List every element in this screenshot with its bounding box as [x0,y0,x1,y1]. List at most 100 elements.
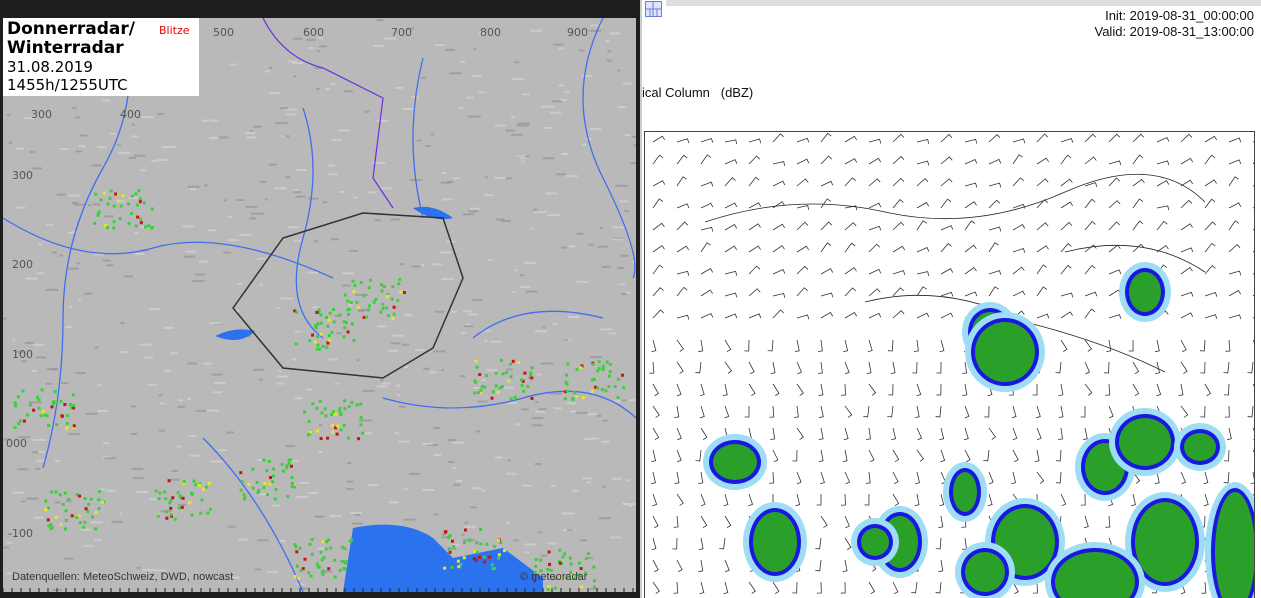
wind-barb [1108,221,1121,231]
wind-barb [1178,383,1184,397]
terrain-shade [513,61,520,64]
radar-map[interactable] [3,18,636,592]
terrain-shade [327,164,336,167]
wind-barb [674,405,680,418]
wind-barb [796,178,809,187]
wind-barb [887,405,894,418]
precip-pixel [138,200,142,204]
wind-barb [1084,133,1097,143]
precip-pixel [206,511,210,515]
wind-barb [916,160,930,166]
precip-pixel [169,506,173,510]
precip-pixel [294,342,298,346]
precip-pixel [181,496,185,500]
terrain-shade [239,233,252,236]
terrain-shade [131,405,137,408]
terrain-shade [89,521,103,524]
wind-barb [844,515,850,529]
copyright[interactable]: © meteoradar [520,571,587,583]
wind-barb [1012,290,1026,297]
precip-pixel [346,330,350,334]
model-plot[interactable] [644,131,1255,598]
wind-barb [1180,157,1194,165]
precip-pixel [262,458,266,462]
precip-pixel [18,419,22,423]
wind-barb [916,286,927,297]
terrain-shade [293,239,303,242]
terrain-shade [250,212,264,215]
precip-pixel [379,310,383,314]
wind-barb [1204,198,1216,209]
river [382,390,636,419]
terrain-shade [615,184,629,187]
terrain-shade [259,283,263,286]
terrain-shade [209,322,222,325]
precip-pixel [112,226,116,230]
precip-pixel [307,419,311,423]
terrain-shade [252,368,265,371]
terrain-shade [531,424,543,427]
terrain-shade [602,485,606,488]
wind-barb [1108,289,1122,297]
wind-barb [767,339,774,352]
blitze-label[interactable]: Blitze [159,24,190,37]
terrain-shade [32,451,39,454]
radar-map-graphic [3,18,636,592]
wind-barb [676,361,684,374]
terrain-shade [523,261,536,264]
terrain-shade [50,368,57,371]
terrain-shade [507,402,518,405]
precip-pixel [359,402,363,406]
wind-barb [1132,383,1140,397]
wind-barb [1204,265,1216,275]
terrain-shade [588,243,594,246]
wind-barb [1203,493,1209,507]
terrain-shade [110,132,116,135]
precip-pixel [28,403,32,407]
terrain-shade [119,512,123,515]
terrain-shade [551,100,562,103]
wind-barb [769,471,774,484]
wind-barb [820,132,832,143]
terrain-shade [60,382,68,385]
precip-pixel [59,399,63,403]
precip-pixel [380,289,384,293]
precip-pixel [578,561,582,565]
precip-pixel [340,545,344,549]
terrain-shade [449,72,462,75]
terrain-shade [32,167,43,170]
precip-pixel [597,360,601,364]
wind-barb [988,182,1002,188]
precip-pixel [474,359,478,363]
terrain-shade [307,271,319,274]
wind-barb [1104,361,1110,374]
terrain-shade [259,378,263,381]
precip-pixel [63,403,67,407]
precip-pixel [475,550,479,554]
wind-barb [892,245,906,253]
terrain-shade [599,227,603,230]
terrain-shade [318,450,323,453]
terrain-shade [490,340,502,343]
wind-barb [723,581,729,595]
terrain-shade [563,338,569,341]
wind-barb [1084,308,1096,319]
wind-barb [988,286,999,297]
wind-barb [1084,198,1096,209]
wind-barb [724,292,738,298]
terrain-shade [80,528,92,531]
precip-pixel [289,464,293,468]
terrain-shade [420,264,425,267]
terrain-shade [6,541,13,544]
precip-pixel [499,541,503,545]
precip-pixel [168,501,172,505]
terrain-shade [399,263,405,266]
terrain-shade [33,516,44,519]
radar-panel: Donnerradar/ Winterradar 31.08.2019 1455… [0,0,640,598]
precip-pixel [208,482,212,486]
terrain-shade [149,498,157,501]
layout-grid-icon[interactable] [645,1,662,17]
terrain-shade [267,570,279,573]
wind-barb [984,405,990,418]
terrain-shade [395,86,403,89]
